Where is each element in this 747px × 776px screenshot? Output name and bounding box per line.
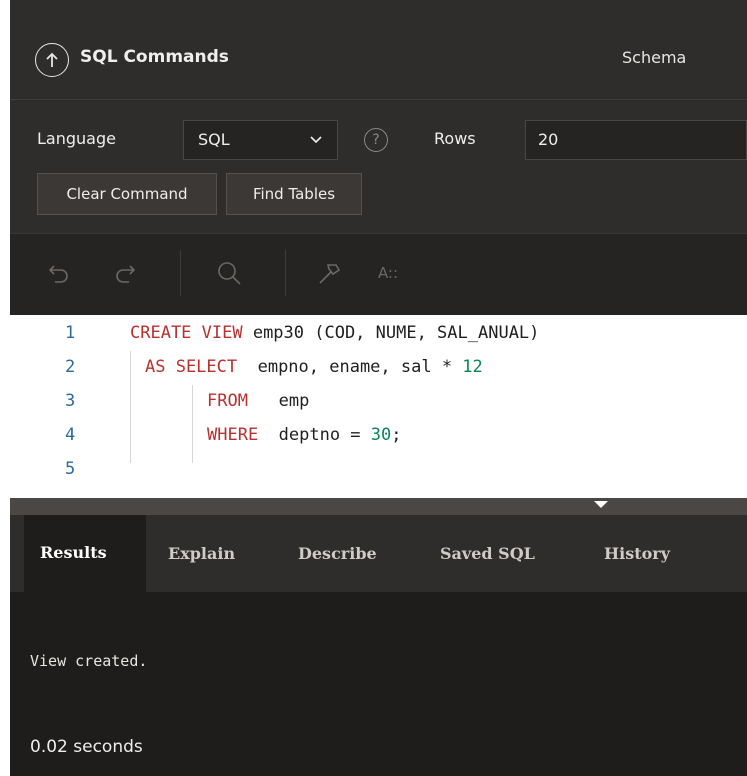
sql-keyword: CREATE VIEW xyxy=(130,323,243,343)
sql-number: 12 xyxy=(462,357,483,377)
autocomplete-icon[interactable]: A:: xyxy=(368,256,408,290)
line-number: 4 xyxy=(65,425,76,445)
result-message: View created. xyxy=(30,652,148,670)
indent-guide xyxy=(192,385,193,463)
tab-history[interactable]: History xyxy=(604,515,670,592)
sql-commands-app: SQL Commands Schema Language SQL ? Rows … xyxy=(0,0,747,776)
chevron-down-icon xyxy=(309,121,323,173)
tab-describe[interactable]: Describe xyxy=(298,515,377,592)
sql-keyword: WHERE xyxy=(207,425,259,445)
code-line-4: WHERE deptno = 30; xyxy=(207,425,402,445)
help-icon[interactable]: ? xyxy=(364,128,388,152)
line-number: 2 xyxy=(65,357,76,377)
redo-icon[interactable] xyxy=(108,256,142,290)
tab-explain[interactable]: Explain xyxy=(168,515,235,592)
language-select[interactable]: SQL xyxy=(183,120,338,160)
clear-command-button[interactable]: Clear Command xyxy=(37,173,217,215)
language-label: Language xyxy=(37,129,116,148)
indent-guide xyxy=(130,351,131,463)
sql-keyword: FROM xyxy=(207,391,248,411)
resize-splitter[interactable] xyxy=(10,498,747,515)
toolbar-divider xyxy=(180,250,181,296)
sql-text: deptno = xyxy=(258,425,371,445)
page-title: SQL Commands xyxy=(80,47,229,67)
code-line-2: AS SELECT empno, ename, sal * 12 xyxy=(145,357,483,377)
code-editor[interactable]: 1 2 3 4 5 CREATE VIEW emp30 (COD, NUME, … xyxy=(10,315,747,498)
sql-number: 30 xyxy=(370,425,392,445)
sql-text: emp xyxy=(247,391,310,411)
line-number: 3 xyxy=(65,391,76,411)
sql-text: empno, ename, sal * xyxy=(237,357,463,377)
rows-label: Rows xyxy=(434,129,476,148)
hammer-icon[interactable] xyxy=(312,256,346,290)
code-line-1: CREATE VIEW emp30 (COD, NUME, SAL_ANUAL) xyxy=(130,323,539,343)
sql-keyword: AS SELECT xyxy=(145,357,238,377)
search-icon[interactable] xyxy=(212,256,246,290)
execution-time: 0.02 seconds xyxy=(30,737,143,757)
caret-down-icon[interactable] xyxy=(594,501,608,508)
up-arrow-icon[interactable] xyxy=(35,43,69,77)
line-number: 1 xyxy=(65,323,76,343)
tab-results[interactable]: Results xyxy=(24,515,146,592)
tab-saved-sql[interactable]: Saved SQL xyxy=(440,515,535,592)
toolbar-divider xyxy=(285,250,286,296)
undo-icon[interactable] xyxy=(42,256,76,290)
find-tables-button[interactable]: Find Tables xyxy=(226,173,362,215)
language-value: SQL xyxy=(198,130,230,149)
code-line-3: FROM emp xyxy=(207,391,309,411)
sql-text: ; xyxy=(391,425,402,445)
line-number: 5 xyxy=(65,459,76,479)
schema-label: Schema xyxy=(622,48,687,67)
sql-text: emp30 (COD, NUME, SAL_ANUAL) xyxy=(242,323,540,343)
rows-input[interactable]: 20 xyxy=(525,120,747,160)
